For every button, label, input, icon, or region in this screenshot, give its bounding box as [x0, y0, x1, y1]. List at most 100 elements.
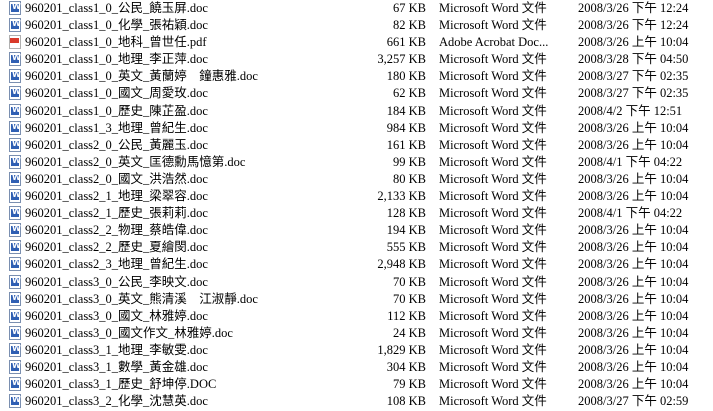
file-modified: 2008/3/26 下午 12:24 [578, 18, 689, 33]
file-row[interactable]: 960201_class3_1_地理_李敏雯.doc 1,829 KB Micros… [0, 342, 713, 359]
file-row[interactable]: 960201_class1_0_地理_李正萍.doc 3,257 KB Micros… [0, 51, 713, 68]
file-name: 960201_class3_0_公民_李映文.doc [25, 274, 208, 289]
file-row[interactable]: 960201_class1_0_化學_張祐穎.doc 82 KB Microsoft… [0, 17, 713, 34]
file-name: 960201_class1_0_化學_張祐穎.doc [25, 18, 208, 33]
word-doc-icon [9, 325, 21, 340]
pdf-icon [9, 35, 21, 50]
file-row[interactable]: 960201_class1_0_歷史_陳芷盈.doc 184 KB Microsof… [0, 103, 713, 120]
file-type: Microsoft Word 文件 [439, 69, 547, 84]
file-type: Microsoft Word 文件 [439, 240, 547, 255]
file-row[interactable]: 960201_class1_0_英文_黃蘭婷 鐘惠雅.doc 180 KB Micr… [0, 68, 713, 85]
file-name: 960201_class1_0_歷史_陳芷盈.doc [25, 103, 208, 118]
file-modified: 2008/3/26 上午 10:04 [578, 308, 689, 323]
file-name: 960201_class2_1_歷史_張莉莉.doc [25, 206, 208, 221]
file-name: 960201_class3_0_國文作文_林雅婷.doc [25, 325, 233, 340]
file-type: Microsoft Word 文件 [439, 223, 547, 238]
file-size: 304 KB [386, 359, 426, 374]
file-name: 960201_class1_0_國文_周愛玫.doc [25, 86, 208, 101]
file-name: 960201_class2_0_公民_黃麗玉.doc [25, 137, 208, 152]
file-row[interactable]: 960201_class3_2_化學_沈慧英.doc 108 KB Microsof… [0, 393, 713, 410]
file-size: 80 KB [393, 171, 426, 186]
file-row[interactable]: 960201_class2_3_地理_曾紀生.doc 2,948 KB Micros… [0, 256, 713, 273]
file-size: 62 KB [393, 86, 426, 101]
word-doc-icon [9, 257, 21, 272]
file-type: Microsoft Word 文件 [439, 342, 547, 357]
file-row[interactable]: 960201_class2_0_英文_匡德勳馬憶第.doc 99 KB Micros… [0, 154, 713, 171]
word-doc-icon [9, 154, 21, 169]
file-modified: 2008/3/26 上午 10:04 [578, 291, 689, 306]
file-size: 1,829 KB [377, 342, 426, 357]
file-type: Microsoft Word 文件 [439, 171, 547, 186]
file-row[interactable]: 960201_class2_1_歷史_張莉莉.doc 128 KB Microsof… [0, 205, 713, 222]
file-row[interactable]: 960201_class1_0_公民_饒玉屏.doc 67 KB Microsoft… [0, 0, 713, 17]
file-size: 194 KB [386, 223, 426, 238]
file-row[interactable]: 960201_class1_0_國文_周愛玫.doc 62 KB Microsoft… [0, 85, 713, 102]
file-size: 984 KB [386, 120, 426, 135]
word-doc-icon [9, 240, 21, 255]
file-modified: 2008/3/26 上午 10:04 [578, 325, 689, 340]
file-size: 70 KB [393, 274, 426, 289]
file-modified: 2008/4/1 下午 04:22 [578, 206, 683, 221]
file-name: 960201_class2_0_國文_洪浩然.doc [25, 171, 208, 186]
file-modified: 2008/3/26 上午 10:04 [578, 35, 689, 50]
file-type: Microsoft Word 文件 [439, 359, 547, 374]
file-size: 184 KB [386, 103, 426, 118]
file-row[interactable]: 960201_class3_1_歷史_舒坤停.DOC 79 KB Microsoft… [0, 376, 713, 393]
file-name: 960201_class3_1_歷史_舒坤停.DOC [25, 377, 217, 392]
file-name: 960201_class3_0_國文_林雅婷.doc [25, 308, 208, 323]
file-name: 960201_class2_2_歷史_夏繪閔.doc [25, 240, 208, 255]
file-row[interactable]: 960201_class2_2_歷史_夏繪閔.doc 555 KB Microsof… [0, 239, 713, 256]
file-size: 108 KB [386, 394, 426, 409]
word-doc-icon [9, 223, 21, 238]
file-type: Microsoft Word 文件 [439, 291, 547, 306]
file-type: Microsoft Word 文件 [439, 18, 547, 33]
file-row[interactable]: 960201_class3_0_國文作文_林雅婷.doc 24 KB Microso… [0, 325, 713, 342]
file-size: 82 KB [393, 18, 426, 33]
file-name: 960201_class2_3_地理_曾紀生.doc [25, 257, 208, 272]
file-type: Microsoft Word 文件 [439, 120, 547, 135]
file-type: Microsoft Word 文件 [439, 308, 547, 323]
word-doc-icon [9, 120, 21, 135]
file-size: 2,948 KB [377, 257, 426, 272]
word-doc-icon [9, 86, 21, 101]
file-row[interactable]: 960201_class2_0_國文_洪浩然.doc 80 KB Microsoft… [0, 171, 713, 188]
file-name: 960201_class3_2_化學_沈慧英.doc [25, 394, 208, 409]
file-name: 960201_class1_3_地理_曾紀生.doc [25, 120, 208, 135]
word-doc-icon [9, 291, 21, 306]
file-name: 960201_class2_1_地理_梁翠容.doc [25, 189, 208, 204]
file-size: 180 KB [386, 69, 426, 84]
file-modified: 2008/3/26 上午 10:04 [578, 223, 689, 238]
file-type: Microsoft Word 文件 [439, 257, 547, 272]
file-row[interactable]: 960201_class1_0_地科_曾世任.pdf 661 KB Adobe Ac… [0, 34, 713, 51]
file-modified: 2008/3/26 上午 10:04 [578, 342, 689, 357]
file-modified: 2008/3/26 上午 10:04 [578, 377, 689, 392]
file-size: 2,133 KB [377, 189, 426, 204]
word-doc-icon [9, 308, 21, 323]
file-row[interactable]: 960201_class3_0_公民_李映文.doc 70 KB Microsoft… [0, 274, 713, 291]
file-modified: 2008/3/26 上午 10:04 [578, 274, 689, 289]
file-name: 960201_class1_0_英文_黃蘭婷 鐘惠雅.doc [25, 69, 258, 84]
word-doc-icon [9, 1, 21, 15]
file-modified: 2008/3/26 上午 10:04 [578, 120, 689, 135]
file-type: Microsoft Word 文件 [439, 274, 547, 289]
file-type: Microsoft Word 文件 [439, 86, 547, 101]
file-row[interactable]: 960201_class3_0_國文_林雅婷.doc 112 KB Microsof… [0, 308, 713, 325]
file-name: 960201_class1_0_地科_曾世任.pdf [25, 35, 207, 50]
file-size: 79 KB [393, 377, 426, 392]
file-row[interactable]: 960201_class1_3_地理_曾紀生.doc 984 KB Microsof… [0, 120, 713, 137]
file-size: 99 KB [393, 154, 426, 169]
file-type: Microsoft Word 文件 [439, 394, 547, 409]
file-modified: 2008/4/1 下午 04:22 [578, 154, 683, 169]
word-doc-icon [9, 189, 21, 204]
file-row[interactable]: 960201_class3_0_英文_熊清溪 江淑靜.doc 70 KB Micro… [0, 291, 713, 308]
file-type: Microsoft Word 文件 [439, 377, 547, 392]
file-row[interactable]: 960201_class2_1_地理_梁翠容.doc 2,133 KB Micros… [0, 188, 713, 205]
file-row[interactable]: 960201_class3_1_數學_黃金雄.doc 304 KB Microsof… [0, 359, 713, 376]
file-row[interactable]: 960201_class2_2_物理_蔡皓偉.doc 194 KB Microsof… [0, 222, 713, 239]
file-modified: 2008/3/26 上午 10:04 [578, 359, 689, 374]
file-size: 128 KB [386, 206, 426, 221]
file-type: Microsoft Word 文件 [439, 1, 547, 15]
file-row[interactable]: 960201_class2_0_公民_黃麗玉.doc 161 KB Microsof… [0, 137, 713, 154]
file-name: 960201_class2_2_物理_蔡皓偉.doc [25, 223, 208, 238]
file-modified: 2008/3/26 上午 10:04 [578, 189, 689, 204]
